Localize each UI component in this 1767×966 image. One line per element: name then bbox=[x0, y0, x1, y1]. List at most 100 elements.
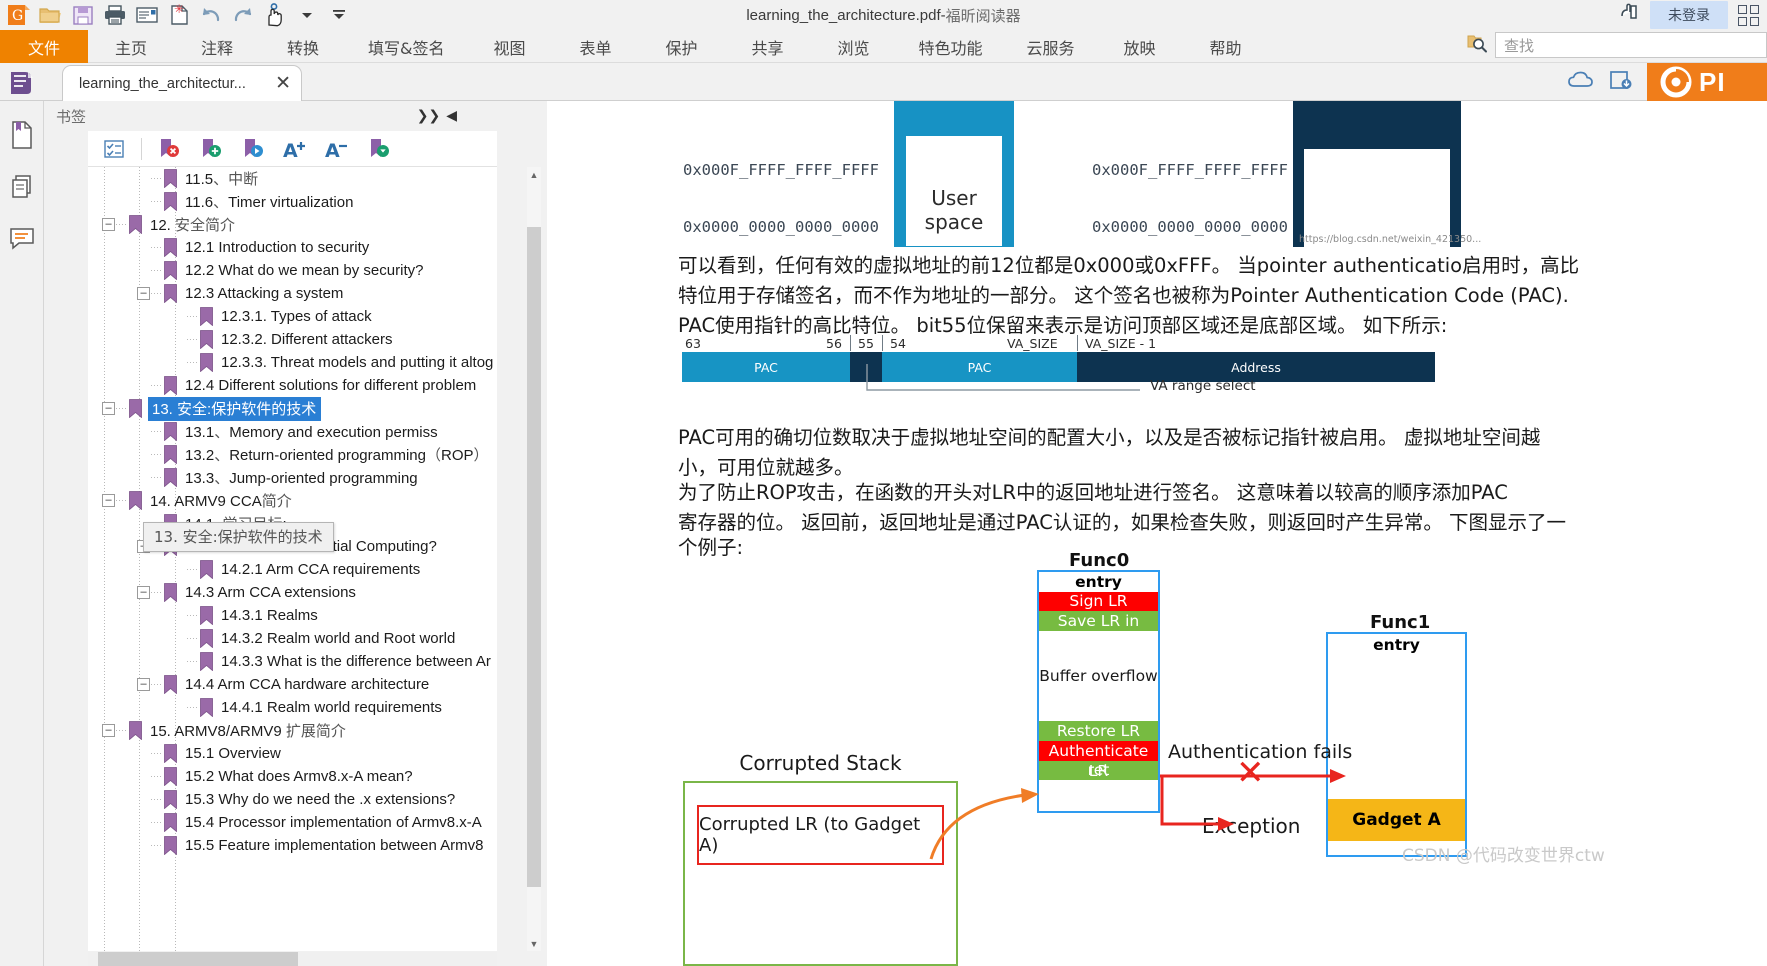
bit-tick-divider bbox=[882, 335, 883, 351]
bookmark-item[interactable]: 11.6、Timer virtualization bbox=[88, 190, 497, 213]
touch-mode-icon[interactable] bbox=[1618, 2, 1640, 29]
bookmarks-tree[interactable]: 11.5、中断 11.6、Timer virtualization – 12. 安全简… bbox=[88, 167, 497, 951]
ribbon-tab-form[interactable]: 表单 bbox=[552, 30, 638, 63]
document-tab[interactable]: learning_the_architectur... ✕ bbox=[62, 65, 302, 101]
ribbon-tab-file[interactable]: 文件 bbox=[0, 30, 88, 63]
scroll-up-arrow-icon[interactable]: ▲ bbox=[527, 167, 541, 182]
sidebar-item-page-thumbnails[interactable] bbox=[0, 109, 44, 161]
edit-bookmark-icon[interactable] bbox=[233, 132, 273, 166]
tree-expander-icon[interactable]: – bbox=[102, 218, 115, 231]
bookmark-item[interactable]: – 14. ARMV9 CCA简介 bbox=[88, 489, 497, 512]
tabstrip-right-area: PI bbox=[1567, 63, 1767, 101]
bookmark-item[interactable]: 14.3.2 Realm world and Root world bbox=[88, 627, 497, 650]
ribbon-tab-comment[interactable]: 注释 bbox=[174, 30, 260, 63]
open-folder-icon[interactable] bbox=[36, 1, 66, 29]
bookmark-item[interactable]: 14.3.3 What is the difference between Ar bbox=[88, 650, 497, 673]
bookmark-item[interactable]: 12.4 Different solutions for different p… bbox=[88, 374, 497, 397]
cloud-icon[interactable] bbox=[1567, 69, 1595, 96]
bookmark-item[interactable]: – 14.4 Arm CCA hardware architecture bbox=[88, 673, 497, 696]
bookmark-item[interactable]: 15.2 What does Armv8.x-A mean? bbox=[88, 765, 497, 788]
scroll-thumb[interactable] bbox=[527, 227, 541, 887]
ribbon-tab-protect[interactable]: 保护 bbox=[638, 30, 724, 63]
bookmark-item[interactable]: – 13. 安全:保护软件的技术 bbox=[88, 396, 497, 421]
bookmarks-tree-rows: 11.5、中断 11.6、Timer virtualization – 12. 安全简… bbox=[88, 167, 497, 857]
ribbon-tab-present[interactable]: 放映 bbox=[1097, 30, 1183, 63]
bookmark-item[interactable]: 14.4.1 Realm world requirements bbox=[88, 696, 497, 719]
new-from-file-icon[interactable]: ✳ bbox=[164, 1, 194, 29]
save-icon[interactable] bbox=[68, 1, 98, 29]
print-icon[interactable] bbox=[100, 1, 130, 29]
export-icon[interactable] bbox=[1609, 69, 1633, 96]
bookmark-item[interactable]: 15.4 Processor implementation of Armv8.x… bbox=[88, 811, 497, 834]
tree-expander-icon[interactable]: – bbox=[137, 678, 150, 691]
tree-expander-icon[interactable]: – bbox=[102, 494, 115, 507]
bookmark-item[interactable]: 12.3.3. Threat models and putting it alt… bbox=[88, 351, 497, 374]
tree-connector bbox=[151, 431, 162, 432]
double-chevron-right-icon[interactable]: ❯❯ bbox=[417, 108, 440, 124]
bookmark-item[interactable]: 12.2 What do we mean by security? bbox=[88, 259, 497, 282]
promo-banner[interactable]: PI bbox=[1647, 63, 1767, 101]
redo-icon[interactable] bbox=[228, 1, 258, 29]
tree-expander-icon[interactable]: – bbox=[102, 724, 115, 737]
pac-bit-field-diagram: 63 56 55 54 VA_SIZE VA_SIZE - 1 PAC PAC … bbox=[682, 334, 1435, 394]
scroll-down-arrow-icon[interactable]: ▼ bbox=[527, 936, 541, 951]
decrease-font-icon[interactable]: A bbox=[317, 132, 357, 166]
search-folder-icon[interactable] bbox=[1467, 33, 1489, 58]
ribbon-tab-share[interactable]: 共享 bbox=[724, 30, 810, 63]
bookmark-item-label: 14.3.2 Realm world and Root world bbox=[221, 630, 456, 647]
ribbon-tab-convert[interactable]: 转换 bbox=[260, 30, 346, 63]
bookmark-item[interactable]: 13.2、Return-oriented programming（ROP） bbox=[88, 443, 497, 466]
bookmark-item[interactable]: 14.2.1 Arm CCA requirements bbox=[88, 558, 497, 581]
bookmark-item[interactable]: 15.1 Overview bbox=[88, 742, 497, 765]
sidebar-item-layers[interactable] bbox=[0, 161, 44, 213]
bookmark-item[interactable]: 12.3.1. Types of attack bbox=[88, 305, 497, 328]
bookmarks-panel-header: 书签 ❯❯ ◀ bbox=[44, 101, 547, 131]
ribbon-tab-browse[interactable]: 浏览 bbox=[810, 30, 896, 63]
close-icon[interactable]: ✕ bbox=[275, 74, 291, 93]
increase-font-icon[interactable]: A bbox=[275, 132, 315, 166]
tree-expander-icon[interactable]: – bbox=[137, 287, 150, 300]
app-grid-icon[interactable] bbox=[1738, 4, 1759, 26]
bookmarks-horizontal-scrollbar[interactable] bbox=[88, 952, 497, 966]
bookmarks-vertical-scrollbar[interactable]: ▲ ▼ bbox=[527, 167, 541, 951]
ribbon-tab-fill-sign[interactable]: 填写&签名 bbox=[346, 30, 466, 63]
pdf-page-area[interactable]: 0x000F_FFFF_FFFF_FFFF 0x0000_0000_0000_0… bbox=[547, 101, 1767, 966]
ribbon-tab-home[interactable]: 主页 bbox=[88, 30, 174, 63]
foxit-logo-icon[interactable]: G bbox=[4, 1, 34, 29]
bookmark-item[interactable]: – 15. ARMV8/ARMV9 扩展简介 bbox=[88, 719, 497, 742]
search-input[interactable]: 查找 bbox=[1495, 32, 1767, 58]
add-bookmark-icon[interactable] bbox=[191, 132, 231, 166]
login-status-button[interactable]: 未登录 bbox=[1650, 1, 1728, 29]
bookmark-item[interactable]: 15.5 Feature implementation between Armv… bbox=[88, 834, 497, 857]
bookmark-item[interactable]: 12.1 Introduction to security bbox=[88, 236, 497, 259]
bookmark-item[interactable]: 11.5、中断 bbox=[88, 167, 497, 190]
chevron-left-icon[interactable]: ◀ bbox=[446, 108, 457, 124]
delete-bookmark-icon[interactable] bbox=[149, 132, 189, 166]
ribbon-tab-cloud[interactable]: 云服务 bbox=[1005, 30, 1097, 63]
svg-text:✳: ✳ bbox=[174, 4, 184, 16]
bit-tick-56: 56 bbox=[826, 336, 842, 351]
ribbon-tab-view[interactable]: 视图 bbox=[466, 30, 552, 63]
tree-expander-icon[interactable]: – bbox=[102, 402, 115, 415]
bookmark-item[interactable]: – 14.3 Arm CCA extensions bbox=[88, 581, 497, 604]
tree-expander-icon[interactable]: – bbox=[137, 586, 150, 599]
hand-tool-icon[interactable] bbox=[260, 1, 290, 29]
sidebar-item-comments[interactable] bbox=[0, 213, 44, 265]
more-bookmark-icon[interactable] bbox=[359, 132, 399, 166]
email-icon[interactable] bbox=[132, 1, 162, 29]
scroll-thumb-h[interactable] bbox=[98, 952, 298, 966]
bookmark-item[interactable]: 13.3、Jump-oriented programming bbox=[88, 466, 497, 489]
bookmark-item[interactable]: – 12. 安全简介 bbox=[88, 213, 497, 236]
undo-icon[interactable] bbox=[196, 1, 226, 29]
bookmark-item[interactable]: 15.3 Why do we need the .x extensions? bbox=[88, 788, 497, 811]
ribbon-tab-help[interactable]: 帮助 bbox=[1183, 30, 1269, 63]
bookmark-item[interactable]: 14.3.1 Realms bbox=[88, 604, 497, 627]
bookmark-item[interactable]: 13.1、Memory and execution permiss bbox=[88, 420, 497, 443]
memory-bottom-label-left: 0x0000_0000_0000_0000 bbox=[683, 218, 879, 236]
bookmark-item[interactable]: 12.3.2. Different attackers bbox=[88, 328, 497, 351]
dropdown-caret-icon[interactable] bbox=[292, 1, 322, 29]
expand-all-icon[interactable] bbox=[94, 132, 134, 166]
bookmark-item[interactable]: – 12.3 Attacking a system bbox=[88, 282, 497, 305]
customize-toolbar-icon[interactable] bbox=[324, 1, 354, 29]
ribbon-tab-features[interactable]: 特色功能 bbox=[896, 30, 1004, 63]
